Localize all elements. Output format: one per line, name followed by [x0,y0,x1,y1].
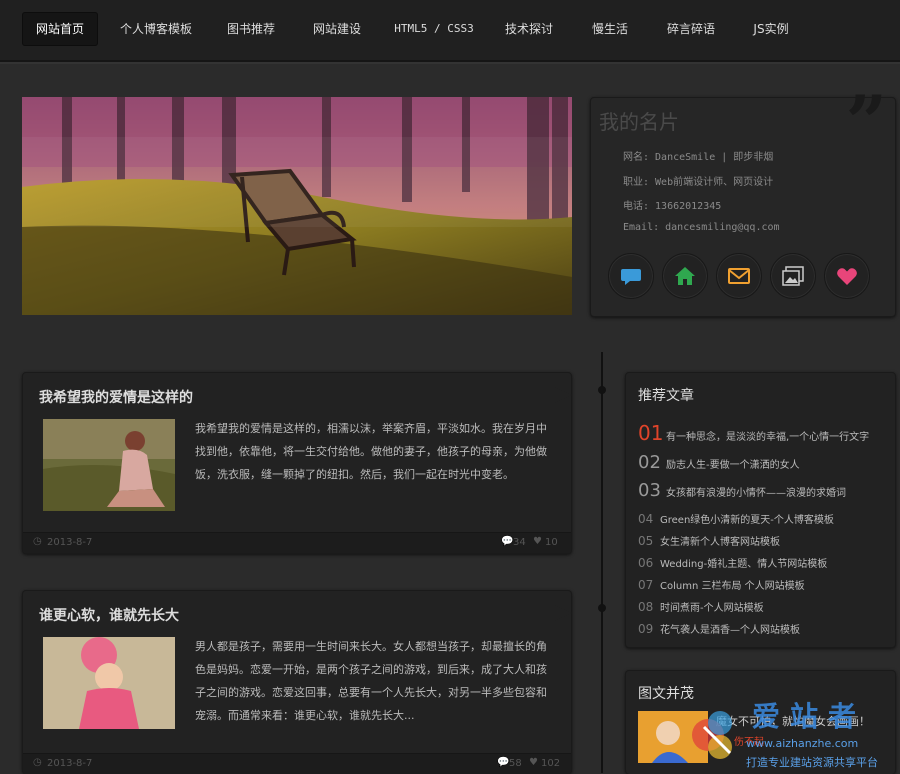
article-excerpt: 我希望我的爱情是这样的，相濡以沫，举案齐眉，平淡如水。我在岁月中找到他，依靠他，… [195,422,547,481]
nav-item-tech[interactable]: 技术探讨 [496,12,562,46]
nav-item-html5-css3[interactable]: HTML5 / CSS3 [392,12,476,46]
watermark: 爱站者 www.aizhanzhe.com 打造专业建站资源共享平台 [690,693,900,773]
nav-item-slow-life[interactable]: 慢生活 [582,12,638,46]
nav-item-notes[interactable]: 碎言碎语 [658,12,724,46]
timeline-line [601,352,603,773]
hero-banner [22,97,572,315]
article-date: 2013-8-7 [47,758,93,769]
article-card: 谁更心软，谁就先长大 男人都是孩子，需要用一生时间来长大。女人都想当孩子，却最擅… [22,590,572,774]
article-thumbnail[interactable] [43,637,175,729]
watermark-url: www.aizhanzhe.com [746,737,859,750]
recommend-item[interactable]: 06 Wedding-婚礼主题、情人节网站模板 [638,555,827,570]
clock-icon: ◷ [33,757,42,768]
nav-item-books[interactable]: 图书推荐 [218,12,284,46]
recommend-item[interactable]: 01 有一种思念，是淡淡的幸福,一个心情一行文字 [638,421,869,445]
pictext-title: 图文并茂 [638,686,694,702]
recommend-item[interactable]: 09 花气袭人是酒香—个人网站模板 [638,621,800,636]
comment-icon: 💬 [497,757,510,768]
timeline-dot [598,386,606,394]
like-icon: ♥ [529,757,538,768]
top-nav: 网站首页 个人博客模板 图书推荐 网站建设 HTML5 / CSS3 技术探讨 … [0,0,900,62]
comment-count[interactable]: 34 [513,537,526,548]
article-footer: ◷ 2013-8-7 💬 58 ♥ 102 [23,753,571,774]
recommend-item[interactable]: 07 Column 三栏布局 个人网站模板 [638,577,805,592]
park-bench-image [22,97,572,315]
recommend-item[interactable]: 02 励志人生-要做一个潇洒的女人 [638,452,800,473]
mail-icon[interactable] [716,253,762,299]
watermark-slogan: 打造专业建站资源共享平台 [746,756,878,769]
article-title[interactable]: 谁更心软，谁就先长大 [39,605,179,625]
watermark-brand: 爱站者 [752,700,867,733]
quote-icon: ” [845,79,887,164]
recommend-panel: 推荐文章 01 有一种思念，是淡淡的幸福,一个心情一行文字 02 励志人生-要做一个… [625,372,896,648]
card-nickname: 网名: DanceSmile | 即步非烟 [623,152,774,163]
chat-icon[interactable] [608,253,654,299]
recommend-item[interactable]: 04 Green绿色小清新的夏天-个人博客模板 [638,511,834,526]
recommend-item[interactable]: 03 女孩都有浪漫的小情怀——浪漫的求婚词 [638,480,846,501]
article-date: 2013-8-7 [47,537,93,548]
like-icon: ♥ [533,536,542,547]
recommend-title: 推荐文章 [638,388,694,404]
nav-item-js[interactable]: JS实例 [744,12,798,46]
card-phone: 电话: 13662012345 [623,201,722,212]
nav-item-web-build[interactable]: 网站建设 [304,12,370,46]
like-count[interactable]: 102 [541,758,560,769]
comment-count[interactable]: 58 [509,758,522,769]
card-job: 职业: Web前端设计师、网页设计 [623,177,774,188]
nav-item-home[interactable]: 网站首页 [22,12,98,46]
card-title: 我的名片 [599,110,679,134]
like-count[interactable]: 10 [545,537,558,548]
gallery-icon[interactable] [770,253,816,299]
nav-item-blog-templates[interactable]: 个人博客模板 [114,12,198,46]
article-title[interactable]: 我希望我的爱情是这样的 [39,387,193,407]
article-notch [554,605,572,621]
article-card: 我希望我的爱情是这样的 我希望我的爱情是这样的，相濡以沫，举案齐眉，平淡如水。我… [22,372,572,554]
card-email: Email: dancesmiling@qq.com [623,222,780,233]
article-footer: ◷ 2013-8-7 💬 34 ♥ 10 [23,532,571,553]
timeline-dot [598,604,606,612]
article-excerpt: 男人都是孩子，需要用一生时间来长大。女人都想当孩子，却最擅长的角色是妈妈。恋爱一… [195,640,547,722]
recommend-item[interactable]: 08 时间煮雨-个人网站模板 [638,599,764,614]
heart-icon[interactable] [824,253,870,299]
profile-card: ” 我的名片 网名: DanceSmile | 即步非烟 职业: Web前端设计… [590,86,896,317]
article-notch [554,387,572,403]
clock-icon: ◷ [33,536,42,547]
article-thumbnail[interactable] [43,419,175,511]
comment-icon: 💬 [501,536,514,547]
home-icon[interactable] [662,253,708,299]
recommend-item[interactable]: 05 女生清新个人博客网站模板 [638,533,780,548]
